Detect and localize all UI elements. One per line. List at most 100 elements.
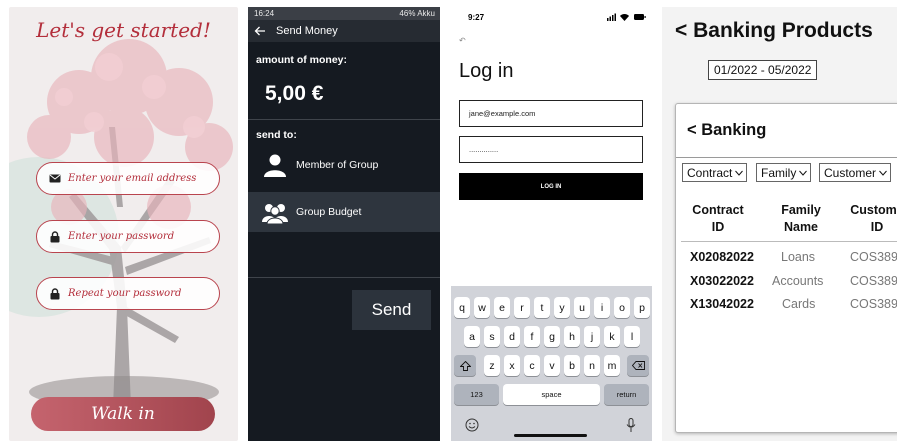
divider [248,277,440,278]
key-o[interactable]: o [614,297,630,318]
password-placeholder: Enter your password [68,231,175,242]
password-field[interactable]: Enter your password [36,220,220,253]
divider [676,157,897,158]
key-s[interactable]: s [484,326,500,347]
cell-contract-id[interactable]: X03022022 [690,274,754,288]
key-k[interactable]: k [604,326,620,347]
page-title[interactable]: < Banking Products [675,19,873,43]
key-j[interactable]: j [584,326,600,347]
space-key[interactable]: space [503,384,600,405]
cell-contract-id[interactable]: X02082022 [690,250,754,264]
recipient-label: Member of Group [296,159,379,171]
column-header-line: ID [711,220,725,234]
screenshot-collage: Let's get started! Enter your email addr… [0,0,897,448]
key-e[interactable]: e [494,297,510,318]
key-z[interactable]: z [484,355,500,376]
lock-icon [48,230,62,244]
filter-family[interactable]: Family [756,163,812,182]
column-header-family-name[interactable]: Family Name [773,202,829,236]
key-m[interactable]: m [604,355,620,376]
cell-family: Loans [781,250,816,264]
send-button[interactable]: Send [352,290,431,330]
key-x[interactable]: x [504,355,520,376]
key-h[interactable]: h [564,326,580,347]
onboarding-screen: Let's get started! Enter your email addr… [9,7,238,441]
back-arrow-icon[interactable] [254,26,266,36]
key-a[interactable]: a [464,326,480,347]
undo-icon[interactable]: ↶ [459,36,466,45]
chevron-down-icon [799,170,808,176]
key-r[interactable]: r [514,297,530,318]
column-header-customer-id[interactable]: Custome ID [844,202,897,236]
password-input[interactable]: .............. [459,136,643,163]
filter-label: Contract [687,165,733,180]
column-header-line: ID [870,220,884,234]
key-p[interactable]: p [634,297,650,318]
card-title[interactable]: < Banking [687,121,766,140]
status-time: 9:27 [468,13,485,22]
column-header-contract-id[interactable]: Contract ID [690,202,746,236]
shift-key[interactable] [454,355,476,376]
cell-family: Cards [782,297,816,311]
login-button[interactable]: LOG IN [459,173,643,200]
onboarding-title: Let's get started! [36,18,211,42]
table-divider [681,241,897,242]
key-t[interactable]: t [534,297,550,318]
divider [248,119,440,120]
key-q[interactable]: q [454,297,470,318]
column-header-line: Name [783,220,819,234]
chevron-down-icon [879,170,887,176]
key-b[interactable]: b [564,355,580,376]
cell-customer: COS389 [850,297,897,311]
recipient-label: Group Budget [296,206,362,218]
return-key[interactable]: return [604,384,649,405]
mail-icon [48,172,62,186]
key-y[interactable]: y [554,297,570,318]
amount-label: amount of money: [256,54,347,66]
amount-value[interactable]: 5,00 € [265,82,323,106]
login-screen: 9:27 ↶ Log in jane@example.com .........… [451,7,652,441]
filter-label: Customer [824,165,877,180]
key-f[interactable]: f [524,326,540,347]
cell-customer: COS389 [850,274,897,288]
chevron-down-icon [735,170,744,176]
numbers-key[interactable]: 123 [454,384,499,405]
cell-contract-id[interactable]: X13042022 [690,297,754,311]
lock-icon [48,287,62,301]
banking-card: < Banking Contract Family Customer Contr… [675,103,897,433]
email-field[interactable]: Enter your email address [36,162,220,195]
email-placeholder: Enter your email address [68,173,197,184]
key-n[interactable]: n [584,355,600,376]
date-range[interactable]: 01/2022 - 05/2022 [708,60,818,80]
key-i[interactable]: i [594,297,610,318]
filter-contract[interactable]: Contract [682,163,748,182]
key-w[interactable]: w [474,297,490,318]
status-bar: 16:24 46% Akku [248,7,440,20]
filter-label: Family [761,165,797,180]
key-l[interactable]: l [624,326,640,347]
status-icons [607,13,646,21]
key-d[interactable]: d [504,326,520,347]
group-icon [262,204,288,224]
emoji-icon[interactable] [465,418,479,432]
cell-customer: COS389 [850,250,897,264]
send-money-screen: 16:24 46% Akku Send Money amount of mone… [248,7,440,441]
shift-icon [459,360,471,371]
backspace-key[interactable] [627,355,649,376]
repeat-password-field[interactable]: Repeat your password [36,277,220,310]
key-v[interactable]: v [544,355,560,376]
recipient-group-budget[interactable]: Group Budget [248,192,440,232]
column-header-line: Custome [850,203,897,217]
header-title: Send Money [276,25,338,37]
microphone-icon[interactable] [626,418,636,433]
key-g[interactable]: g [544,326,560,347]
send-to-label: send to: [256,129,297,141]
recipient-member-of-group[interactable]: Member of Group [248,145,440,185]
backspace-icon [631,361,645,370]
key-c[interactable]: c [524,355,540,376]
repeat-password-placeholder: Repeat your password [68,288,182,299]
walk-in-button[interactable]: Walk in [31,397,215,431]
filter-customer[interactable]: Customer [819,163,892,182]
key-u[interactable]: u [574,297,590,318]
email-input[interactable]: jane@example.com [459,100,643,127]
